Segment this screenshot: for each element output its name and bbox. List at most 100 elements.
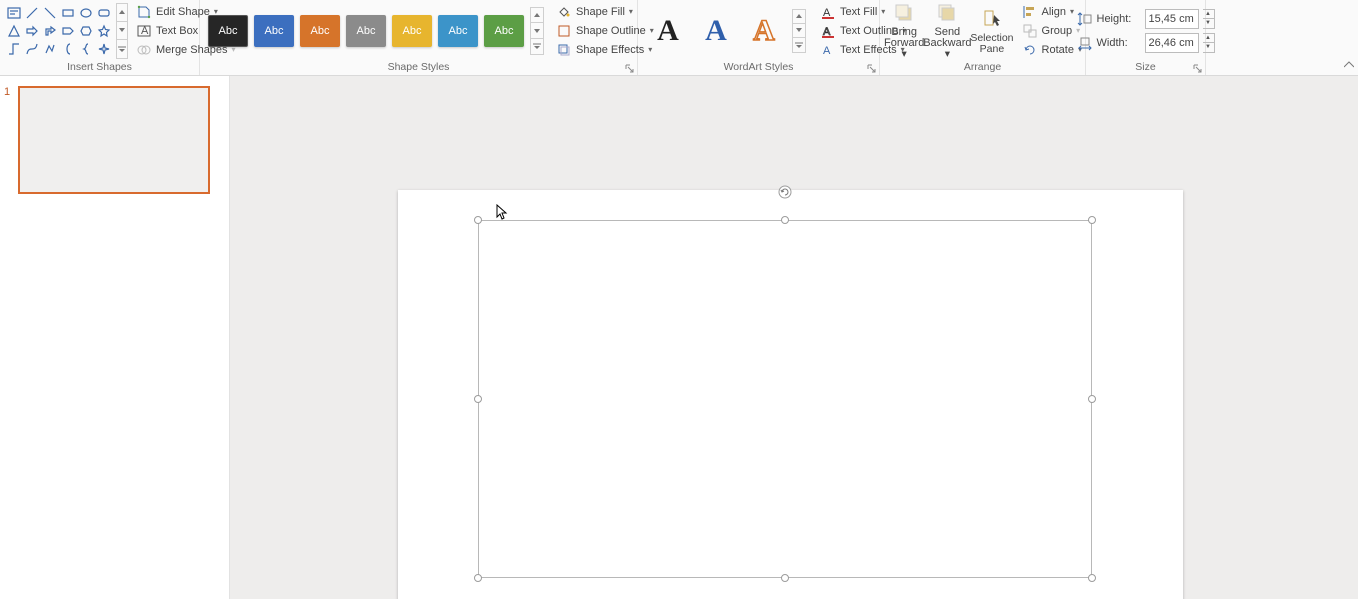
group-label-wordart: WordArt Styles	[638, 61, 879, 75]
gallery-more-icon[interactable]	[117, 40, 127, 57]
rotate-handle[interactable]	[777, 184, 793, 200]
size-launcher-icon[interactable]	[1192, 63, 1202, 73]
shape-roundrect-icon[interactable]	[96, 5, 112, 21]
shape-triangle-icon[interactable]	[6, 23, 22, 39]
style-swatch-6[interactable]: Abc	[438, 15, 478, 47]
shape-star-icon[interactable]	[96, 23, 112, 39]
bring-forward-button: Bring Forward ▾	[884, 3, 924, 59]
bucket-icon	[556, 4, 572, 20]
group-obj-label: Group	[1042, 25, 1073, 37]
rotate-icon	[1022, 42, 1038, 58]
gallery-down-icon[interactable]	[117, 22, 127, 40]
shape-freeform-icon[interactable]	[42, 41, 58, 57]
shape-star4-icon[interactable]	[96, 41, 112, 57]
height-input[interactable]	[1145, 9, 1199, 29]
shape-pentagon-icon[interactable]	[60, 23, 76, 39]
wordart-style-1[interactable]: A	[648, 11, 688, 51]
shape-arrow-r-icon[interactable]	[24, 23, 40, 39]
selection-pane-button[interactable]: Selection Pane	[970, 3, 1013, 59]
slide-thumbnail-1[interactable]	[18, 86, 210, 194]
wordart-style-2[interactable]: A	[696, 11, 736, 51]
style-swatch-7[interactable]: Abc	[484, 15, 524, 47]
wordart-launcher-icon[interactable]	[866, 63, 876, 73]
style-swatch-3[interactable]: Abc	[300, 15, 340, 47]
text-outline-icon: A	[820, 23, 836, 39]
resize-handle-n[interactable]	[781, 216, 789, 224]
shape-hex-icon[interactable]	[78, 23, 94, 39]
width-icon	[1077, 35, 1093, 51]
bring-forward-label: Bring Forward ▾	[884, 27, 924, 60]
text-effects-icon: A	[820, 42, 836, 58]
slide[interactable]	[398, 190, 1183, 599]
send-backward-button: Send Backward ▾	[924, 3, 970, 59]
group-label-arrange: Arrange	[880, 61, 1085, 75]
resize-handle-ne[interactable]	[1088, 216, 1096, 224]
group-arrange: Bring Forward ▾ Send Backward ▾ Selectio…	[880, 0, 1086, 75]
style-swatch-5[interactable]: Abc	[392, 15, 432, 47]
shape-textbox-icon[interactable]	[6, 5, 22, 21]
send-backward-icon	[935, 1, 959, 25]
shape-styles-launcher-icon[interactable]	[624, 63, 634, 73]
slide-number: 1	[4, 86, 14, 194]
wa-down-icon[interactable]	[793, 24, 805, 38]
shape-bracket-icon[interactable]	[60, 41, 76, 57]
merge-shapes-icon	[136, 42, 152, 58]
style-swatch-2[interactable]: Abc	[254, 15, 294, 47]
shape-conn1-icon[interactable]	[6, 41, 22, 57]
group-label-insert-shapes: Insert Shapes	[0, 61, 199, 75]
resize-handle-sw[interactable]	[474, 574, 482, 582]
shape-curve-icon[interactable]	[24, 41, 40, 57]
wordart-style-3[interactable]: A	[744, 11, 784, 51]
selection-pane-icon	[980, 7, 1004, 31]
workspace: 1	[0, 76, 1358, 599]
ribbon: Edit Shape A Text Box Merge Shapes Inser…	[0, 0, 1358, 76]
height-spinner[interactable]: ▲▼	[1203, 9, 1215, 29]
width-input[interactable]	[1145, 33, 1199, 53]
shapes-gallery[interactable]	[4, 3, 114, 59]
selected-shape[interactable]	[478, 220, 1092, 578]
gallery-up-icon[interactable]	[117, 4, 127, 22]
style-swatch-4[interactable]: Abc	[346, 15, 386, 47]
svg-text:A: A	[141, 25, 149, 37]
shape-arrow-turn-icon[interactable]	[42, 23, 58, 39]
resize-handle-nw[interactable]	[474, 216, 482, 224]
height-label: Height:	[1097, 13, 1141, 25]
shapes-gallery-scroll	[116, 3, 128, 59]
style-up-icon[interactable]	[531, 8, 543, 24]
width-spinner[interactable]: ▲▼	[1203, 33, 1215, 53]
align-icon	[1022, 4, 1038, 20]
wa-more-icon[interactable]	[793, 38, 805, 51]
width-label: Width:	[1097, 37, 1141, 49]
group-label-shape-styles: Shape Styles	[200, 61, 637, 75]
slide-canvas-area[interactable]	[230, 76, 1358, 599]
shape-line-icon[interactable]	[24, 5, 40, 21]
style-more-icon[interactable]	[531, 39, 543, 54]
shape-outline-label: Shape Outline	[576, 25, 646, 37]
shape-fill-label: Shape Fill	[576, 6, 625, 18]
wordart-gallery: A A A	[642, 9, 812, 53]
shape-effects-label: Shape Effects	[576, 44, 644, 56]
shape-oval-icon[interactable]	[78, 5, 94, 21]
wordart-gallery-scroll	[792, 9, 806, 53]
shape-line2-icon[interactable]	[42, 5, 58, 21]
text-fill-label: Text Fill	[840, 6, 877, 18]
resize-handle-se[interactable]	[1088, 574, 1096, 582]
resize-handle-e[interactable]	[1088, 395, 1096, 403]
collapse-ribbon-icon[interactable]	[1344, 60, 1354, 72]
slide-thumbnail-panel: 1	[0, 76, 230, 599]
text-box-label: Text Box	[156, 25, 198, 37]
shape-rect-icon[interactable]	[60, 5, 76, 21]
group-insert-shapes: Edit Shape A Text Box Merge Shapes Inser…	[0, 0, 200, 75]
group-icon	[1022, 23, 1038, 39]
group-label-size: Size	[1086, 61, 1205, 75]
edit-shape-icon	[136, 4, 152, 20]
resize-handle-w[interactable]	[474, 395, 482, 403]
style-down-icon[interactable]	[531, 23, 543, 39]
shape-brace-icon[interactable]	[78, 41, 94, 57]
resize-handle-s[interactable]	[781, 574, 789, 582]
style-swatch-1[interactable]: Abc	[208, 15, 248, 47]
shape-style-gallery: Abc Abc Abc Abc Abc Abc Abc	[204, 7, 548, 55]
wa-up-icon[interactable]	[793, 10, 805, 24]
group-wordart-styles: A A A A Text Fill A Text Outline	[638, 0, 880, 75]
selection-pane-label: Selection Pane	[970, 33, 1013, 55]
